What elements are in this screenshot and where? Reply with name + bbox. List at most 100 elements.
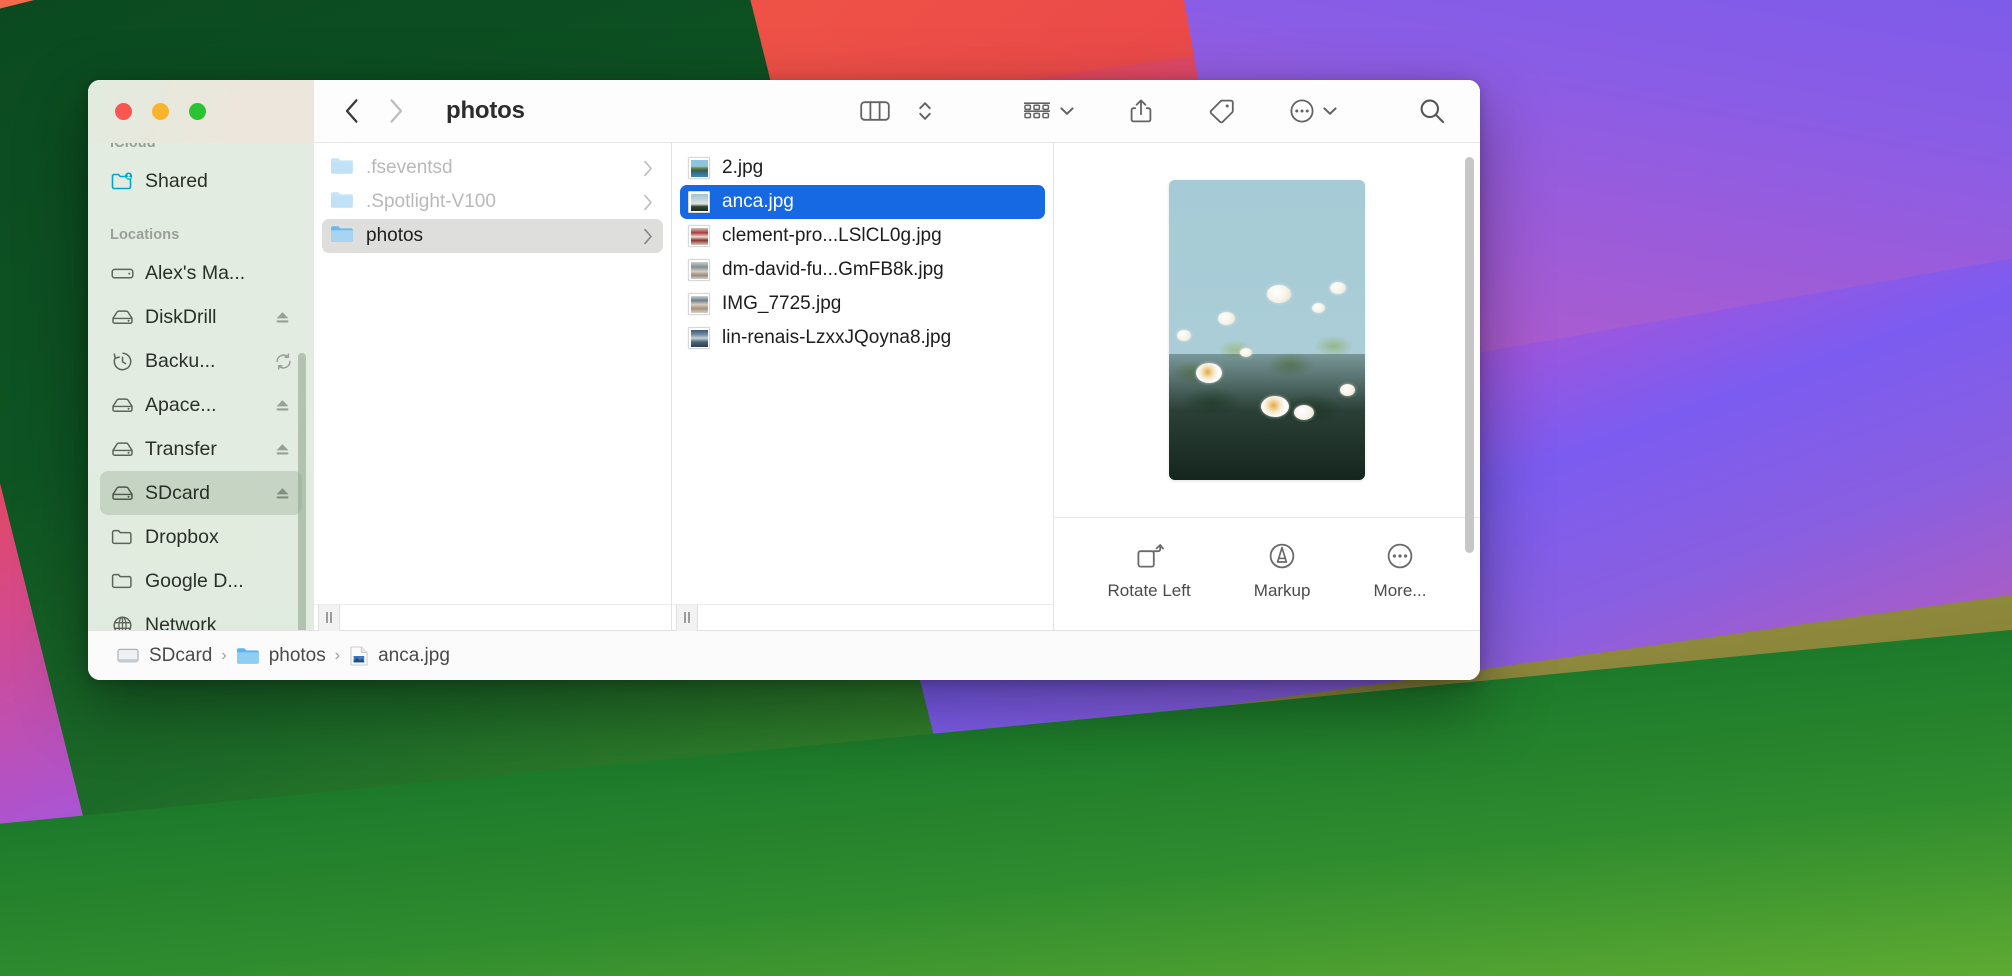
list-item[interactable]: lin-renais-LzxxJQoyna8.jpg <box>680 321 1045 355</box>
laptop-icon <box>110 266 134 281</box>
sidebar-item-apacer[interactable]: Apace... <box>100 383 302 427</box>
breadcrumb: SDcard › photos › anca.jpg <box>88 630 1480 680</box>
sidebar-scroll-area: iCloud Shared Locations Alex's Ma... Dis… <box>88 143 314 630</box>
folder-icon <box>110 572 134 590</box>
sidebar-item-diskdrill[interactable]: DiskDrill <box>100 295 302 339</box>
rotate-left-button[interactable]: Rotate Left <box>1108 542 1191 601</box>
close-button[interactable] <box>115 103 132 120</box>
share-button[interactable] <box>1115 91 1167 131</box>
sidebar-item-sdcard[interactable]: SDcard <box>100 471 302 515</box>
finder-window: iCloud Shared Locations Alex's Ma... Dis… <box>88 80 1480 680</box>
group-by-button[interactable] <box>1008 91 1089 131</box>
sidebar-content: iCloud Shared Locations Alex's Ma... Dis… <box>88 143 314 630</box>
search-icon <box>1418 97 1446 125</box>
eject-icon[interactable] <box>274 310 292 325</box>
rotate-left-icon <box>1134 542 1165 570</box>
image-thumbnail-icon <box>688 259 710 281</box>
share-icon <box>1129 98 1153 124</box>
back-button[interactable] <box>344 98 360 124</box>
sync-icon[interactable] <box>274 352 292 371</box>
chevron-right-icon <box>643 160 653 177</box>
eject-icon[interactable] <box>274 442 292 457</box>
preview-scrollbar[interactable] <box>1465 157 1474 553</box>
view-switcher-button[interactable] <box>846 91 904 131</box>
sidebar-item-label: Apace... <box>145 393 217 416</box>
sidebar-item-label: Backu... <box>145 349 216 372</box>
sidebar-item-network[interactable]: Network <box>100 603 302 630</box>
group-by-icon <box>1022 99 1052 123</box>
breadcrumb-item-photos[interactable]: photos <box>236 645 326 667</box>
preview-pane: Rotate Left Markup More... <box>1054 143 1480 630</box>
markup-label: Markup <box>1253 580 1311 600</box>
sidebar-scrollbar[interactable] <box>298 353 306 630</box>
search-button[interactable] <box>1404 91 1480 131</box>
sidebar-item-label: Network <box>145 613 217 631</box>
list-item-selected[interactable]: anca.jpg <box>680 185 1045 219</box>
folder-icon <box>236 646 260 666</box>
preview-image <box>1169 180 1365 480</box>
sidebar-item-google-drive[interactable]: Google D... <box>100 559 302 603</box>
sidebar-item-label: Shared <box>145 169 208 192</box>
file-name: 2.jpg <box>722 157 764 178</box>
drive-icon <box>116 646 140 666</box>
ellipsis-circle-icon <box>1289 98 1315 124</box>
forward-button[interactable] <box>388 98 404 124</box>
external-drive-icon <box>110 397 134 413</box>
globe-icon <box>110 615 134 630</box>
eject-icon[interactable] <box>274 398 292 413</box>
list-item[interactable]: dm-david-fu...GmFB8k.jpg <box>680 253 1045 287</box>
column-resize-handle[interactable] <box>676 604 698 631</box>
sidebar-item-label: DiskDrill <box>145 305 217 328</box>
sidebar-item-alexs-mac[interactable]: Alex's Ma... <box>100 251 302 295</box>
preview-image-area <box>1054 143 1480 518</box>
sidebar-item-backup[interactable]: Backu... <box>100 339 302 383</box>
sidebar-item-dropbox[interactable]: Dropbox <box>100 515 302 559</box>
breadcrumb-item-sdcard[interactable]: SDcard <box>116 645 212 667</box>
page-title: photos <box>446 97 525 124</box>
file-name: anca.jpg <box>722 191 794 212</box>
list-item[interactable]: .Spotlight-V100 <box>322 185 663 219</box>
column-resize-handle[interactable] <box>318 604 340 631</box>
image-thumbnail-icon <box>688 157 710 179</box>
file-name: dm-david-fu...GmFB8k.jpg <box>722 259 944 280</box>
chevron-down-icon <box>1322 105 1338 117</box>
shared-folder-icon <box>110 172 134 190</box>
rotate-left-label: Rotate Left <box>1107 580 1191 600</box>
chevron-right-icon <box>643 228 653 245</box>
sidebar-item-label: Alex's Ma... <box>145 261 246 284</box>
markup-button[interactable]: Markup <box>1253 542 1311 601</box>
column-files: 2.jpg anca.jpg clement-pro...LSlCL0g.jpg <box>672 143 1054 631</box>
maximize-button[interactable] <box>189 103 206 120</box>
minimize-button[interactable] <box>152 103 169 120</box>
breadcrumb-separator: › <box>334 646 341 664</box>
folder-icon <box>330 190 354 214</box>
time-machine-icon <box>110 351 134 372</box>
chevron-right-icon <box>643 194 653 211</box>
folder-name: .Spotlight-V100 <box>366 191 496 212</box>
sidebar: iCloud Shared Locations Alex's Ma... Dis… <box>88 80 314 630</box>
sidebar-item-transfer[interactable]: Transfer <box>100 427 302 471</box>
preview-more-button[interactable]: More... <box>1374 542 1426 601</box>
sidebar-section-header-icloud: iCloud <box>110 143 156 151</box>
sidebar-item-shared[interactable]: Shared <box>100 159 302 203</box>
column-resize-bar <box>672 604 1053 631</box>
list-item[interactable]: IMG_7725.jpg <box>680 287 1045 321</box>
view-sort-button[interactable] <box>904 91 946 131</box>
more-actions-button[interactable] <box>1275 91 1352 131</box>
traffic-lights <box>115 103 206 120</box>
list-item[interactable]: 2.jpg <box>680 151 1045 185</box>
tags-button[interactable] <box>1193 91 1249 131</box>
image-thumbnail-icon <box>688 327 710 349</box>
chevron-down-icon <box>1059 105 1075 117</box>
main-pane: photos .fseventsd .Spotlight-V100 photos… <box>314 80 1480 631</box>
file-name: IMG_7725.jpg <box>722 293 842 314</box>
list-item[interactable]: clement-pro...LSlCL0g.jpg <box>680 219 1045 253</box>
list-item-selected[interactable]: photos <box>322 219 663 253</box>
eject-icon[interactable] <box>274 486 292 501</box>
column-folders: .fseventsd .Spotlight-V100 photos <box>314 143 672 631</box>
tag-icon <box>1207 98 1235 124</box>
breadcrumb-item-file[interactable]: anca.jpg <box>349 645 450 667</box>
folder-icon <box>330 224 354 248</box>
folder-icon <box>330 156 354 180</box>
list-item[interactable]: .fseventsd <box>322 151 663 185</box>
